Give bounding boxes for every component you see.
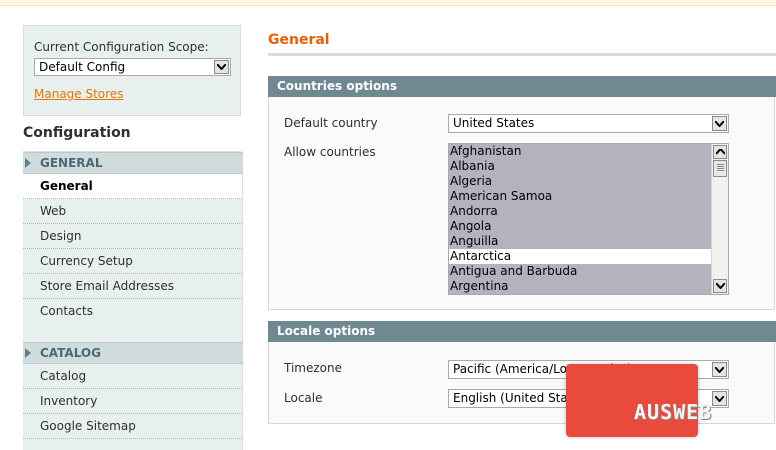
country-option[interactable]: Afghanistan bbox=[449, 144, 711, 159]
allow-countries-multiselect[interactable]: Afghanistan Albania Algeria American Sam… bbox=[448, 143, 729, 295]
nav-item-catalog[interactable]: Catalog bbox=[23, 364, 242, 389]
top-strip bbox=[0, 0, 776, 6]
nav-item-label: Design bbox=[40, 229, 82, 243]
nav-item-inventory[interactable]: Inventory bbox=[23, 389, 242, 414]
allow-countries-options: Afghanistan Albania Algeria American Sam… bbox=[449, 144, 711, 294]
locale-options-header[interactable]: Locale options bbox=[268, 321, 776, 342]
nav-item-currency-setup[interactable]: Currency Setup bbox=[23, 249, 242, 274]
nav-item-label: Store Email Addresses bbox=[40, 279, 175, 293]
nav-item-label: Google Sitemap bbox=[40, 419, 136, 433]
chevron-down-icon[interactable] bbox=[712, 391, 727, 406]
nav-item-google-sitemap[interactable]: Google Sitemap bbox=[23, 414, 242, 439]
watermark-text: AUSWEB bbox=[634, 400, 713, 424]
country-option[interactable]: Algeria bbox=[449, 174, 711, 189]
scope-switcher: Current Configuration Scope: Default Con… bbox=[23, 25, 241, 116]
country-option[interactable]: Albania bbox=[449, 159, 711, 174]
scroll-down-icon[interactable] bbox=[713, 279, 727, 293]
scope-label: Current Configuration Scope: bbox=[34, 40, 209, 54]
scroll-thumb[interactable] bbox=[713, 160, 727, 177]
multiselect-scrollbar[interactable] bbox=[711, 144, 728, 294]
chevron-down-icon[interactable] bbox=[712, 116, 727, 131]
section-general[interactable]: GENERAL bbox=[23, 152, 243, 174]
chevron-down-icon[interactable] bbox=[214, 60, 229, 74]
default-country-select[interactable]: United States bbox=[448, 114, 729, 133]
collapse-arrow-icon bbox=[25, 348, 31, 358]
general-nav-list: General Web Design Currency Setup Store … bbox=[23, 174, 243, 342]
default-country-label: Default country bbox=[284, 116, 378, 130]
page-title: General bbox=[268, 32, 330, 48]
locale-label: Locale bbox=[284, 391, 323, 405]
nav-item-label: Contacts bbox=[40, 304, 93, 318]
countries-options-header[interactable]: Countries options bbox=[268, 76, 776, 97]
manage-stores-link[interactable]: Manage Stores bbox=[34, 87, 123, 101]
nav-item-web[interactable]: Web bbox=[23, 199, 242, 224]
chevron-down-icon[interactable] bbox=[712, 362, 727, 377]
country-option[interactable]: Argentina bbox=[449, 279, 711, 294]
collapse-arrow-icon bbox=[25, 158, 31, 168]
country-option[interactable]: Angola bbox=[449, 219, 711, 234]
nav-item-label: Catalog bbox=[40, 369, 87, 383]
title-divider bbox=[268, 53, 776, 56]
country-option-unselected[interactable]: Antarctica bbox=[449, 249, 711, 264]
nav-item-general[interactable]: General bbox=[23, 174, 242, 199]
timezone-label: Timezone bbox=[284, 361, 342, 375]
nav-item-label: Currency Setup bbox=[40, 254, 133, 268]
countries-options-title: Countries options bbox=[277, 79, 397, 93]
nav-item-label: General bbox=[40, 179, 93, 193]
country-option[interactable]: American Samoa bbox=[449, 189, 711, 204]
country-option[interactable]: Anguilla bbox=[449, 234, 711, 249]
allow-countries-label: Allow countries bbox=[284, 145, 376, 159]
default-country-value: United States bbox=[453, 116, 535, 130]
config-title: Configuration bbox=[23, 125, 131, 141]
nav-item-label: Inventory bbox=[40, 394, 98, 408]
section-catalog-label: CATALOG bbox=[40, 346, 101, 360]
nav-item-contacts[interactable]: Contacts bbox=[23, 299, 242, 324]
country-option[interactable]: Antigua and Barbuda bbox=[449, 264, 711, 279]
catalog-nav-list: Catalog Inventory Google Sitemap bbox=[23, 364, 243, 450]
scroll-up-icon[interactable] bbox=[713, 145, 727, 159]
nav-item-store-email[interactable]: Store Email Addresses bbox=[23, 274, 242, 299]
config-heading: Configuration bbox=[23, 117, 241, 152]
scope-select-value: Default Config bbox=[39, 60, 126, 74]
nav-item-design[interactable]: Design bbox=[23, 224, 242, 249]
locale-options-title: Locale options bbox=[277, 324, 376, 338]
section-general-label: GENERAL bbox=[40, 156, 103, 170]
scope-select[interactable]: Default Config bbox=[34, 58, 231, 76]
nav-item-label: Web bbox=[40, 204, 67, 218]
section-catalog[interactable]: CATALOG bbox=[23, 342, 243, 364]
country-option[interactable]: Andorra bbox=[449, 204, 711, 219]
